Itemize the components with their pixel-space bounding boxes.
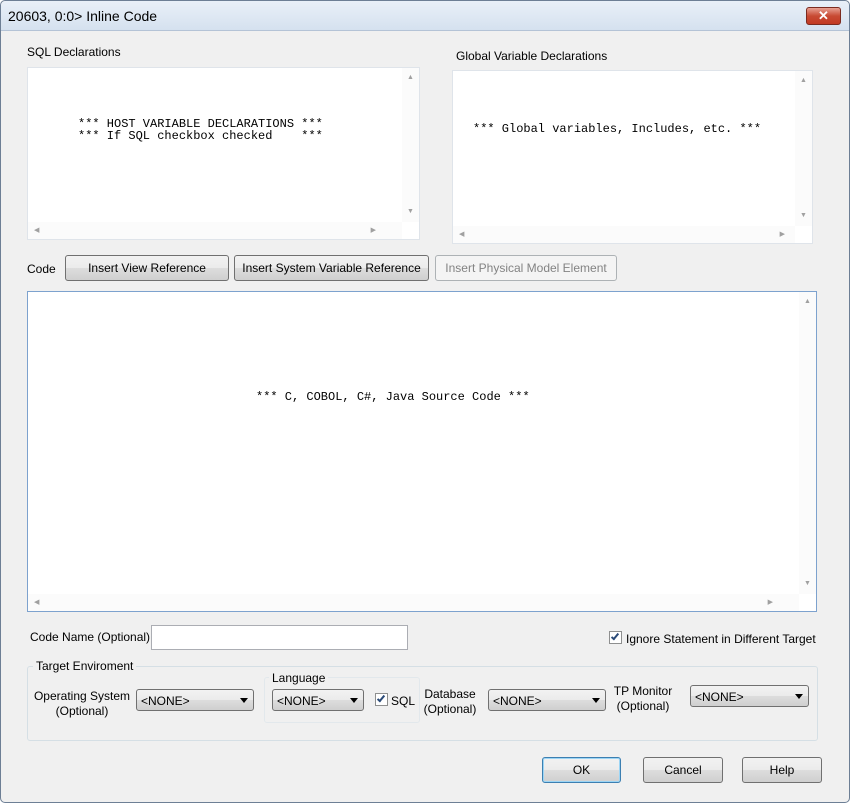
chevron-down-icon (795, 694, 803, 699)
sql-declarations-line-2: *** If SQL checkbox checked *** (78, 129, 323, 143)
code-textarea[interactable]: *** C, COBOL, C#, Java Source Code *** ▲… (27, 291, 817, 612)
code-name-input[interactable] (151, 625, 408, 650)
database-label-line2: (Optional) (423, 702, 477, 716)
scroll-down-icon[interactable]: ▼ (804, 580, 811, 588)
language-value: <NONE> (277, 694, 326, 708)
sql-horizontal-scrollbar[interactable]: ◀ ▶ (28, 222, 402, 239)
operating-system-label: Operating System (Optional) (31, 689, 133, 719)
cancel-button[interactable]: Cancel (643, 757, 723, 783)
database-label-line1: Database (424, 687, 476, 701)
help-button[interactable]: Help (742, 757, 822, 783)
checkmark-icon (376, 693, 386, 703)
title-bar[interactable]: 20603, 0:0> Inline Code ✕ (1, 1, 849, 31)
global-vertical-scrollbar[interactable]: ▲ ▼ (795, 71, 812, 226)
chevron-down-icon (592, 698, 600, 703)
database-label: Database (Optional) (419, 687, 481, 717)
scroll-up-icon[interactable]: ▲ (804, 298, 811, 306)
scroll-up-icon[interactable]: ▲ (407, 74, 414, 82)
ignore-statement-label[interactable]: Ignore Statement in Different Target (626, 632, 816, 646)
operating-system-select[interactable]: <NONE> (136, 689, 254, 711)
operating-system-label-line2: (Optional) (55, 704, 109, 718)
global-variable-declarations-label: Global Variable Declarations (456, 49, 608, 63)
code-vertical-scrollbar[interactable]: ▲ ▼ (799, 292, 816, 594)
database-select[interactable]: <NONE> (488, 689, 606, 711)
sql-checkbox[interactable] (375, 693, 388, 706)
code-horizontal-scrollbar[interactable]: ◀ ▶ (28, 594, 799, 611)
code-text: *** C, COBOL, C#, Java Source Code *** (256, 390, 530, 404)
language-title: Language (269, 671, 329, 685)
sql-declarations-label: SQL Declarations (27, 45, 121, 59)
scroll-right-icon[interactable]: ▶ (371, 227, 376, 235)
scroll-left-icon[interactable]: ◀ (459, 231, 464, 239)
global-variable-line-1: *** Global variables, Includes, etc. *** (473, 122, 762, 136)
target-environment-title: Target Enviroment (33, 659, 137, 673)
scroll-right-icon[interactable]: ▶ (768, 599, 773, 607)
tp-monitor-label-line1: TP Monitor (613, 684, 673, 698)
close-icon: ✕ (818, 8, 829, 23)
inline-code-dialog: 20603, 0:0> Inline Code ✕ SQL Declaratio… (0, 0, 850, 803)
operating-system-value: <NONE> (141, 694, 190, 708)
database-value: <NONE> (493, 694, 542, 708)
sql-declarations-textarea[interactable]: *** HOST VARIABLE DECLARATIONS *** *** I… (27, 67, 420, 240)
scroll-down-icon[interactable]: ▼ (407, 208, 414, 216)
language-select[interactable]: <NONE> (272, 689, 364, 711)
scroll-left-icon[interactable]: ◀ (34, 227, 39, 235)
chevron-down-icon (240, 698, 248, 703)
global-horizontal-scrollbar[interactable]: ◀ ▶ (453, 226, 795, 243)
scroll-up-icon[interactable]: ▲ (800, 77, 807, 85)
code-name-label: Code Name (Optional) (30, 630, 151, 644)
insert-system-variable-reference-button[interactable]: Insert System Variable Reference (234, 255, 429, 281)
insert-physical-model-element-button[interactable]: Insert Physical Model Element (435, 255, 617, 281)
checkmark-icon (610, 631, 620, 641)
window-title: 20603, 0:0> Inline Code (8, 8, 158, 24)
code-label: Code (27, 262, 56, 276)
insert-view-reference-button[interactable]: Insert View Reference (65, 255, 229, 281)
scroll-left-icon[interactable]: ◀ (34, 599, 39, 607)
close-button[interactable]: ✕ (806, 7, 841, 25)
scroll-down-icon[interactable]: ▼ (800, 212, 807, 220)
ok-button[interactable]: OK (542, 757, 621, 783)
operating-system-label-line1: Operating System (33, 689, 131, 703)
tp-monitor-value: <NONE> (695, 690, 744, 704)
ignore-statement-checkbox[interactable] (609, 631, 622, 644)
sql-vertical-scrollbar[interactable]: ▲ ▼ (402, 68, 419, 222)
tp-monitor-select[interactable]: <NONE> (690, 685, 809, 707)
scroll-right-icon[interactable]: ▶ (780, 231, 785, 239)
tp-monitor-label: TP Monitor (Optional) (610, 684, 676, 714)
chevron-down-icon (350, 698, 358, 703)
tp-monitor-label-line2: (Optional) (616, 699, 670, 713)
sql-checkbox-label[interactable]: SQL (391, 694, 415, 708)
global-variable-declarations-textarea[interactable]: *** Global variables, Includes, etc. ***… (452, 70, 813, 244)
